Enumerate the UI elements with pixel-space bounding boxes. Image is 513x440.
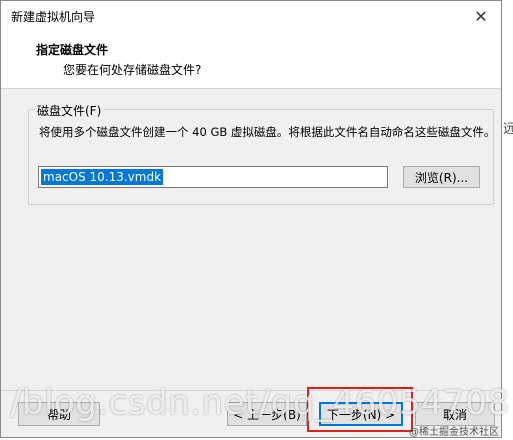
window-title: 新建虚拟机向导 — [11, 10, 96, 24]
page-title: 指定磁盘文件 — [36, 43, 109, 57]
title-bar: 新建虚拟机向导 ✕ — [1, 1, 501, 32]
credit-text: @稀土掘金技术社区 — [409, 427, 499, 438]
disk-file-input[interactable]: macOS 10.13.vmdk — [38, 166, 388, 188]
footer-divider — [1, 390, 501, 391]
disk-file-group: 磁盘文件(F) 将使用多个磁盘文件创建一个 40 GB 虚拟磁盘。将根据此文件名… — [28, 102, 496, 205]
next-button-highlight — [307, 387, 413, 432]
close-icon[interactable]: ✕ — [461, 1, 501, 32]
page-subtitle: 您要在何处存储磁盘文件? — [63, 63, 202, 77]
disk-file-description: 将使用多个磁盘文件创建一个 40 GB 虚拟磁盘。将根据此文件名自动命名这些磁盘… — [39, 125, 496, 139]
browse-button[interactable]: 浏览(R)... — [403, 166, 480, 188]
back-button[interactable]: < 上一步(B) — [227, 402, 307, 426]
wizard-header: 指定磁盘文件 您要在何处存储磁盘文件? — [1, 32, 501, 89]
wizard-window: 新建虚拟机向导 ✕ 指定磁盘文件 您要在何处存储磁盘文件? 磁盘文件(F) 将使… — [0, 0, 502, 438]
background-window-fragment: 远 — [503, 122, 513, 137]
disk-file-legend: 磁盘文件(F) — [35, 102, 104, 119]
disk-file-value: macOS 10.13.vmdk — [41, 169, 164, 185]
help-button[interactable]: 帮助 — [18, 402, 100, 426]
